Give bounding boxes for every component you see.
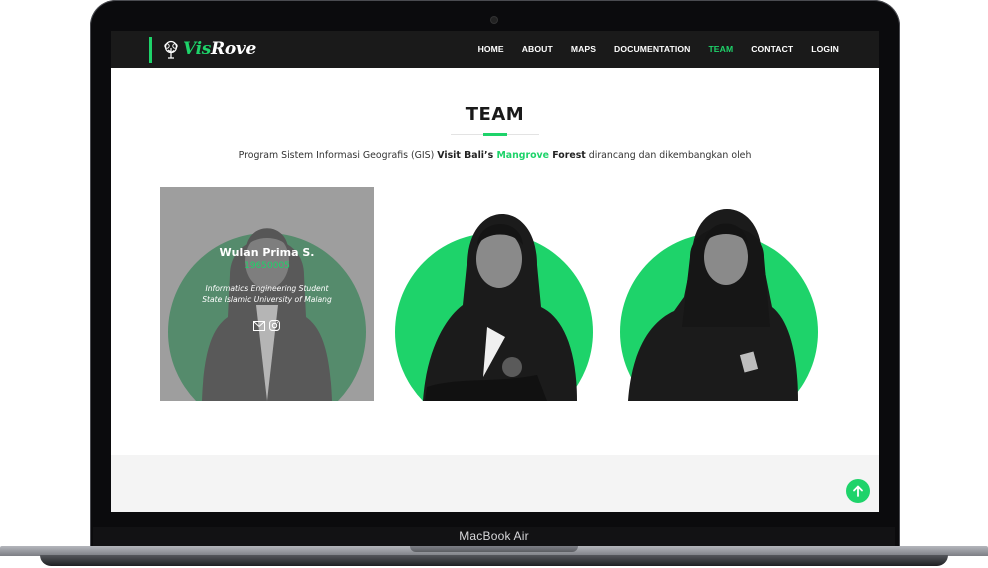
member-photo bbox=[628, 209, 798, 401]
laptop-notch bbox=[410, 546, 578, 552]
team-member-card[interactable] bbox=[387, 187, 601, 401]
mail-icon[interactable] bbox=[253, 316, 265, 335]
camera-icon bbox=[491, 17, 497, 23]
member-name: Wulan Prima S. bbox=[219, 246, 315, 259]
brand-accent-bar bbox=[149, 37, 152, 63]
nav-contact[interactable]: CONTACT bbox=[751, 44, 793, 54]
tree-icon bbox=[164, 40, 178, 59]
footer-band bbox=[111, 455, 879, 512]
section-title: TEAM bbox=[465, 104, 525, 125]
team-member-card[interactable] bbox=[612, 187, 826, 401]
arrow-up-icon bbox=[853, 485, 863, 497]
nav-home[interactable]: HOME bbox=[478, 44, 504, 54]
nav-maps[interactable]: MAPS bbox=[571, 44, 596, 54]
device-label: MacBook Air bbox=[459, 529, 529, 543]
laptop-base-shadow bbox=[40, 555, 948, 566]
section-subtitle: Program Sistem Informasi Geografis (GIS)… bbox=[238, 150, 752, 161]
nav-documentation[interactable]: DOCUMENTATION bbox=[614, 44, 690, 54]
member-role: Informatics Engineering Student State Isl… bbox=[202, 284, 332, 304]
brand-name[interactable]: VisRove bbox=[183, 39, 256, 59]
member-social-links bbox=[253, 316, 280, 335]
nav-about[interactable]: ABOUT bbox=[522, 44, 553, 54]
screen: VisRove HOME ABOUT MAPS DOCUMENTATION TE… bbox=[111, 31, 879, 512]
nav-menu: HOME ABOUT MAPS DOCUMENTATION TEAM CONTA… bbox=[478, 44, 839, 54]
member-photo bbox=[423, 214, 577, 401]
instagram-icon[interactable] bbox=[269, 316, 280, 335]
navbar: VisRove HOME ABOUT MAPS DOCUMENTATION TE… bbox=[111, 31, 879, 68]
member-id: 19650005 bbox=[244, 261, 290, 271]
title-underline bbox=[483, 133, 507, 136]
nav-login[interactable]: LOGIN bbox=[811, 44, 839, 54]
team-member-card[interactable]: Wulan Prima S. 19650005 Informatics Engi… bbox=[160, 187, 374, 401]
scroll-to-top-button[interactable] bbox=[846, 479, 870, 503]
nav-team[interactable]: TEAM bbox=[708, 44, 733, 54]
